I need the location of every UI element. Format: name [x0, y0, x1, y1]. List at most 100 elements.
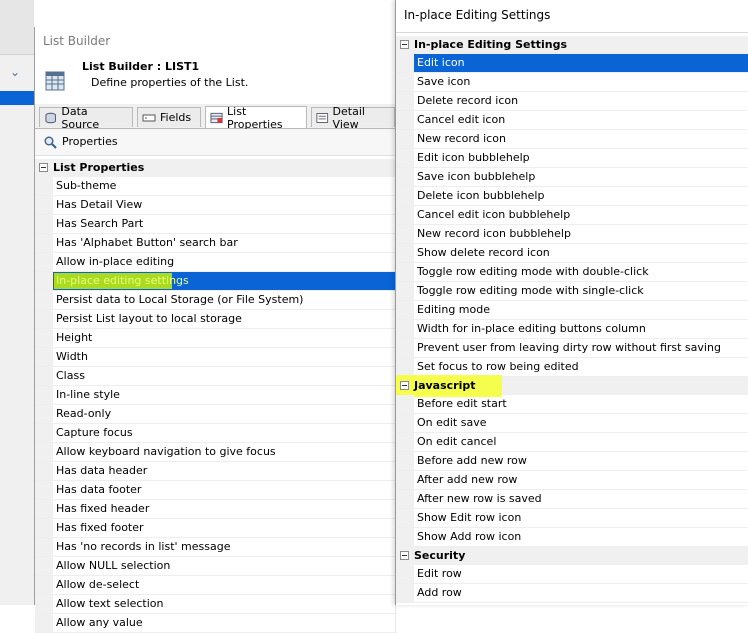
row-gutter [396, 433, 414, 451]
property-row-allow-in-place-editing[interactable]: Allow in-place editing [35, 253, 397, 272]
collapse-icon[interactable] [39, 163, 48, 172]
setting-row-prevent-user-from-leaving-dirty-row-without-first-saving[interactable]: Prevent user from leaving dirty row with… [396, 339, 748, 358]
background-selection [0, 91, 34, 105]
window-title: List Builder [43, 34, 111, 48]
setting-label: Editing mode [417, 303, 491, 316]
property-row-has-detail-view[interactable]: Has Detail View [35, 196, 397, 215]
row-gutter [35, 196, 53, 214]
property-row-allow-any-value[interactable]: Allow any value [35, 614, 397, 633]
property-row-sub-theme[interactable]: Sub-theme [35, 177, 397, 196]
row-gutter [396, 358, 414, 376]
setting-row-toggle-row-editing-mode-with-double-click[interactable]: Toggle row editing mode with double-clic… [396, 263, 748, 282]
property-row-persist-data-to-local-storage-or-file-system[interactable]: Persist data to Local Storage (or File S… [35, 291, 397, 310]
property-row-read-only[interactable]: Read-only [35, 405, 397, 424]
setting-row-before-edit-start[interactable]: Before edit start [396, 395, 748, 414]
setting-label: Before edit start [417, 397, 507, 410]
setting-row-show-delete-record-icon[interactable]: Show delete record icon [396, 244, 748, 263]
setting-row-show-edit-row-icon[interactable]: Show Edit row icon [396, 509, 748, 528]
tab-bar: Data Source Fields List Properties Detai… [35, 104, 415, 131]
setting-row-new-record-icon[interactable]: New record icon [396, 130, 748, 149]
row-gutter [396, 414, 414, 432]
fields-icon [142, 114, 156, 121]
row-gutter [35, 348, 53, 366]
property-row-has-fixed-header[interactable]: Has fixed header [35, 500, 397, 519]
property-label: Read-only [56, 407, 112, 420]
tab-label: Data Source [61, 104, 100, 131]
property-row-has-fixed-footer[interactable]: Has fixed footer [35, 519, 397, 538]
setting-row-toggle-row-editing-mode-with-single-click[interactable]: Toggle row editing mode with single-clic… [396, 282, 748, 301]
setting-label: Prevent user from leaving dirty row with… [417, 341, 721, 354]
setting-row-width-for-in-place-editing-buttons-column[interactable]: Width for in-place editing buttons colum… [396, 320, 748, 339]
property-label: Has data footer [56, 483, 142, 496]
collapse-icon[interactable] [400, 381, 409, 390]
property-label: Allow in-place editing [56, 255, 175, 268]
setting-row-after-add-new-row[interactable]: After add new row [396, 471, 748, 490]
setting-label: Cancel edit icon [417, 113, 506, 126]
property-row-allow-null-selection[interactable]: Allow NULL selection [35, 557, 397, 576]
setting-row-save-icon[interactable]: Save icon [396, 73, 748, 92]
row-gutter [35, 443, 53, 461]
row-gutter [35, 215, 53, 233]
builder-subheading: Define properties of the List. [91, 76, 249, 89]
property-row-allow-de-select[interactable]: Allow de-select [35, 576, 397, 595]
setting-row-delete-icon-bubblehelp[interactable]: Delete icon bubblehelp [396, 187, 748, 206]
setting-row-save-icon-bubblehelp[interactable]: Save icon bubblehelp [396, 168, 748, 187]
property-row-height[interactable]: Height [35, 329, 397, 348]
section-title: Javascript [414, 379, 476, 392]
property-row-has-alphabet-button-search-bar[interactable]: Has 'Alphabet Button' search bar [35, 234, 397, 253]
property-row-persist-list-layout-to-local-storage[interactable]: Persist List layout to local storage [35, 310, 397, 329]
property-label: Has fixed header [56, 502, 150, 515]
setting-row-edit-icon-bubblehelp[interactable]: Edit icon bubblehelp [396, 149, 748, 168]
column-divider [395, 614, 396, 632]
property-row-in-line-style[interactable]: In-line style [35, 386, 397, 405]
setting-row-show-add-row-icon[interactable]: Show Add row icon [396, 528, 748, 547]
property-row-has-data-footer[interactable]: Has data footer [35, 481, 397, 500]
property-row-allow-keyboard-navigation-to-give-focus[interactable]: Allow keyboard navigation to give focus [35, 443, 397, 462]
setting-label: Toggle row editing mode with single-clic… [417, 284, 644, 297]
row-gutter [35, 614, 53, 632]
setting-row-on-edit-save[interactable]: On edit save [396, 414, 748, 433]
setting-row-edit-row[interactable]: Edit row [396, 565, 748, 584]
collapse-icon[interactable] [400, 40, 409, 49]
tab-detail-view[interactable]: Detail View [311, 105, 395, 131]
row-gutter [35, 424, 53, 442]
tab-data-source[interactable]: Data Source [39, 105, 133, 131]
section-header-in-place-editing-settings[interactable]: In-place Editing Settings [396, 36, 748, 54]
setting-label: New record icon bubblehelp [417, 227, 571, 240]
property-label: Allow de-select [56, 578, 140, 591]
setting-row-cancel-edit-icon[interactable]: Cancel edit icon [396, 111, 748, 130]
property-row-has-data-header[interactable]: Has data header [35, 462, 397, 481]
setting-row-after-new-row-is-saved[interactable]: After new row is saved [396, 490, 748, 509]
property-row-in-place-editing-settings[interactable]: In-place editing settings [35, 272, 397, 291]
property-row-width[interactable]: Width [35, 348, 397, 367]
row-gutter [396, 584, 414, 602]
setting-row-delete-record-icon[interactable]: Delete record icon [396, 92, 748, 111]
property-row-has-search-part[interactable]: Has Search Part [35, 215, 397, 234]
property-row-has-no-records-in-list-message[interactable]: Has 'no records in list' message [35, 538, 397, 557]
setting-label: After new row is saved [417, 492, 542, 505]
property-label: Persist List layout to local storage [56, 312, 242, 325]
setting-row-new-record-icon-bubblehelp[interactable]: New record icon bubblehelp [396, 225, 748, 244]
section-header-javascript[interactable]: Javascript [396, 375, 748, 397]
setting-row-add-row[interactable]: Add row [396, 584, 748, 603]
setting-row-editing-mode[interactable]: Editing mode [396, 301, 748, 320]
tab-label: Detail View [332, 104, 365, 131]
chevron-down-icon[interactable]: ⌄ [10, 65, 20, 79]
property-row-capture-focus[interactable]: Capture focus [35, 424, 397, 443]
tab-list-properties[interactable]: List Properties [205, 105, 307, 131]
background-window: ⌄ [0, 0, 34, 605]
setting-label: Add row [417, 586, 462, 599]
tab-fields[interactable]: Fields [137, 107, 201, 127]
property-label: Sub-theme [56, 179, 117, 192]
property-row-class[interactable]: Class [35, 367, 397, 386]
row-gutter [396, 111, 414, 129]
section-header-list-properties[interactable]: List Properties [35, 159, 397, 177]
setting-row-before-add-new-row[interactable]: Before add new row [396, 452, 748, 471]
collapse-icon[interactable] [400, 551, 409, 560]
row-gutter [396, 565, 414, 583]
section-header-security[interactable]: Security [396, 547, 748, 565]
section-title: List Properties [53, 161, 145, 174]
setting-row-cancel-edit-icon-bubblehelp[interactable]: Cancel edit icon bubblehelp [396, 206, 748, 225]
setting-row-edit-icon[interactable]: Edit icon [396, 54, 748, 73]
setting-row-on-edit-cancel[interactable]: On edit cancel [396, 433, 748, 452]
